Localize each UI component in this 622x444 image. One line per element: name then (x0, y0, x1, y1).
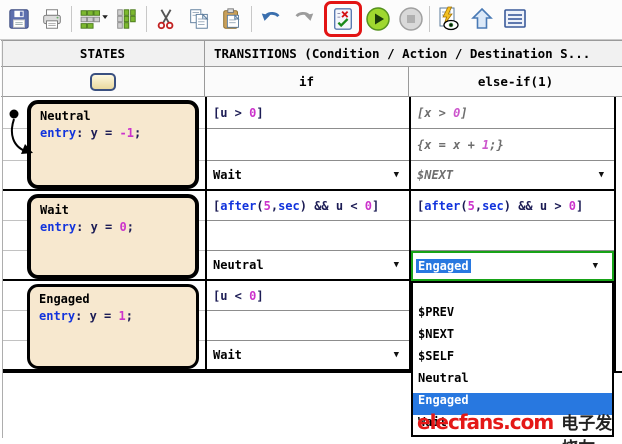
append-row-icon[interactable] (77, 5, 111, 33)
if-destination-cell[interactable]: Wait ▼ (207, 161, 409, 191)
build-target-icon[interactable] (435, 5, 463, 33)
states-header-label: STATES (80, 46, 125, 61)
state-name: Wait (40, 203, 195, 217)
condition-code: [after(5,sec) && u < 0] (213, 199, 379, 213)
toolbar-separator (71, 6, 72, 32)
redo-icon[interactable] (290, 5, 318, 33)
open-editor-icon[interactable] (501, 5, 529, 33)
stop-icon[interactable] (397, 5, 425, 33)
destination-value: $NEXT (417, 168, 453, 182)
if-condition-cell[interactable]: [u < 0] (207, 281, 409, 311)
column-divider (614, 97, 616, 373)
states-column-header: STATES (1, 40, 205, 67)
state-transition-table-window: STATES TRANSITIONS (Condition / Action /… (0, 0, 622, 444)
dropdown-item[interactable]: Wait (413, 415, 612, 437)
if-header-label: if (299, 74, 314, 89)
if-action-cell[interactable] (207, 221, 409, 251)
table-left-border (2, 40, 3, 438)
elseif-action-cell[interactable] (411, 221, 614, 251)
action-code: {x = x + 1;} (417, 138, 504, 152)
state-box-neutral[interactable]: Neutral entry: y = -1; (27, 100, 199, 189)
default-transition-arrow (3, 104, 35, 158)
elseif-destination-cell[interactable]: $NEXT ▼ (411, 161, 614, 191)
state-box-engaged[interactable]: Engaged entry: y = 1; (27, 284, 199, 369)
if-destination-cell[interactable]: Neutral ▼ (207, 251, 409, 281)
destination-combobox[interactable]: Engaged ▼ (411, 251, 614, 281)
elseif-condition-cell[interactable]: [x > 0] (411, 97, 614, 129)
state-entry-action: entry: y = -1; (40, 126, 195, 140)
state-box-wait[interactable]: Wait entry: y = 0; (27, 194, 199, 279)
elseif-header-label: else-if(1) (478, 74, 553, 89)
destination-dropdown-list[interactable]: $PREV$NEXT$SELFNeutralEngagedWait (411, 281, 614, 437)
column-divider (205, 97, 207, 373)
dropdown-item[interactable]: $NEXT (413, 327, 612, 349)
dropdown-item[interactable]: Engaged (413, 393, 612, 415)
if-condition-cell[interactable]: [u > 0] (207, 97, 409, 129)
if-action-cell[interactable] (207, 311, 409, 341)
up-to-parent-icon[interactable] (468, 5, 496, 33)
combobox-selected-text: Engaged (416, 259, 471, 273)
chevron-down-icon[interactable]: ▼ (599, 170, 604, 180)
destination-value: Wait (213, 348, 242, 362)
destination-value: Neutral (213, 258, 264, 272)
toolbar (0, 0, 622, 40)
dropdown-item[interactable]: Neutral (413, 371, 612, 393)
state-symbol-icon (90, 73, 116, 91)
chevron-down-icon[interactable]: ▼ (394, 260, 399, 270)
transitions-header-label: TRANSITIONS (Condition / Action / Destin… (214, 46, 590, 61)
dropdown-item[interactable]: $SELF (413, 349, 612, 371)
condition-code: [u > 0] (213, 106, 264, 120)
append-column-icon[interactable] (112, 5, 140, 33)
state-entry-action: entry: y = 0; (40, 220, 195, 234)
if-column-header[interactable]: if (205, 67, 409, 97)
save-icon[interactable] (5, 5, 33, 33)
condition-code: [x > 0] (417, 106, 468, 120)
dropdown-item[interactable]: $PREV (413, 305, 612, 327)
state-name: Neutral (40, 109, 195, 123)
run-icon[interactable] (364, 5, 392, 33)
copy-icon[interactable] (185, 5, 213, 33)
if-action-cell[interactable] (207, 129, 409, 161)
elseif-condition-cell[interactable]: [after(5,sec) && u > 0] (411, 191, 614, 221)
if-destination-cell[interactable]: Wait ▼ (207, 341, 409, 371)
states-subheader (1, 67, 205, 97)
condition-code: [u < 0] (213, 289, 264, 303)
state-name: Engaged (39, 292, 196, 306)
elseif-action-cell[interactable]: {x = x + 1;} (411, 129, 614, 161)
toolbar-separator (251, 6, 252, 32)
if-condition-cell[interactable]: [after(5,sec) && u < 0] (207, 191, 409, 221)
chevron-down-icon[interactable]: ▼ (394, 170, 399, 180)
condition-code: [after(5,sec) && u > 0] (417, 199, 583, 213)
transitions-column-header: TRANSITIONS (Condition / Action / Destin… (205, 40, 622, 67)
dropdown-item[interactable] (413, 283, 612, 305)
chevron-down-icon[interactable]: ▼ (394, 350, 399, 360)
paste-icon[interactable] (218, 5, 246, 33)
check-table-highlight (324, 1, 362, 37)
elseif-column-header[interactable]: else-if(1) (409, 67, 622, 97)
state-entry-action: entry: y = 1; (39, 309, 196, 323)
undo-icon[interactable] (257, 5, 285, 33)
cut-icon[interactable] (152, 5, 180, 33)
destination-value: Wait (213, 168, 242, 182)
toolbar-separator (146, 6, 147, 32)
print-icon[interactable] (38, 5, 66, 33)
chevron-down-icon[interactable]: ▼ (593, 261, 598, 271)
check-table-icon[interactable] (329, 5, 357, 33)
toolbar-separator (429, 6, 430, 32)
